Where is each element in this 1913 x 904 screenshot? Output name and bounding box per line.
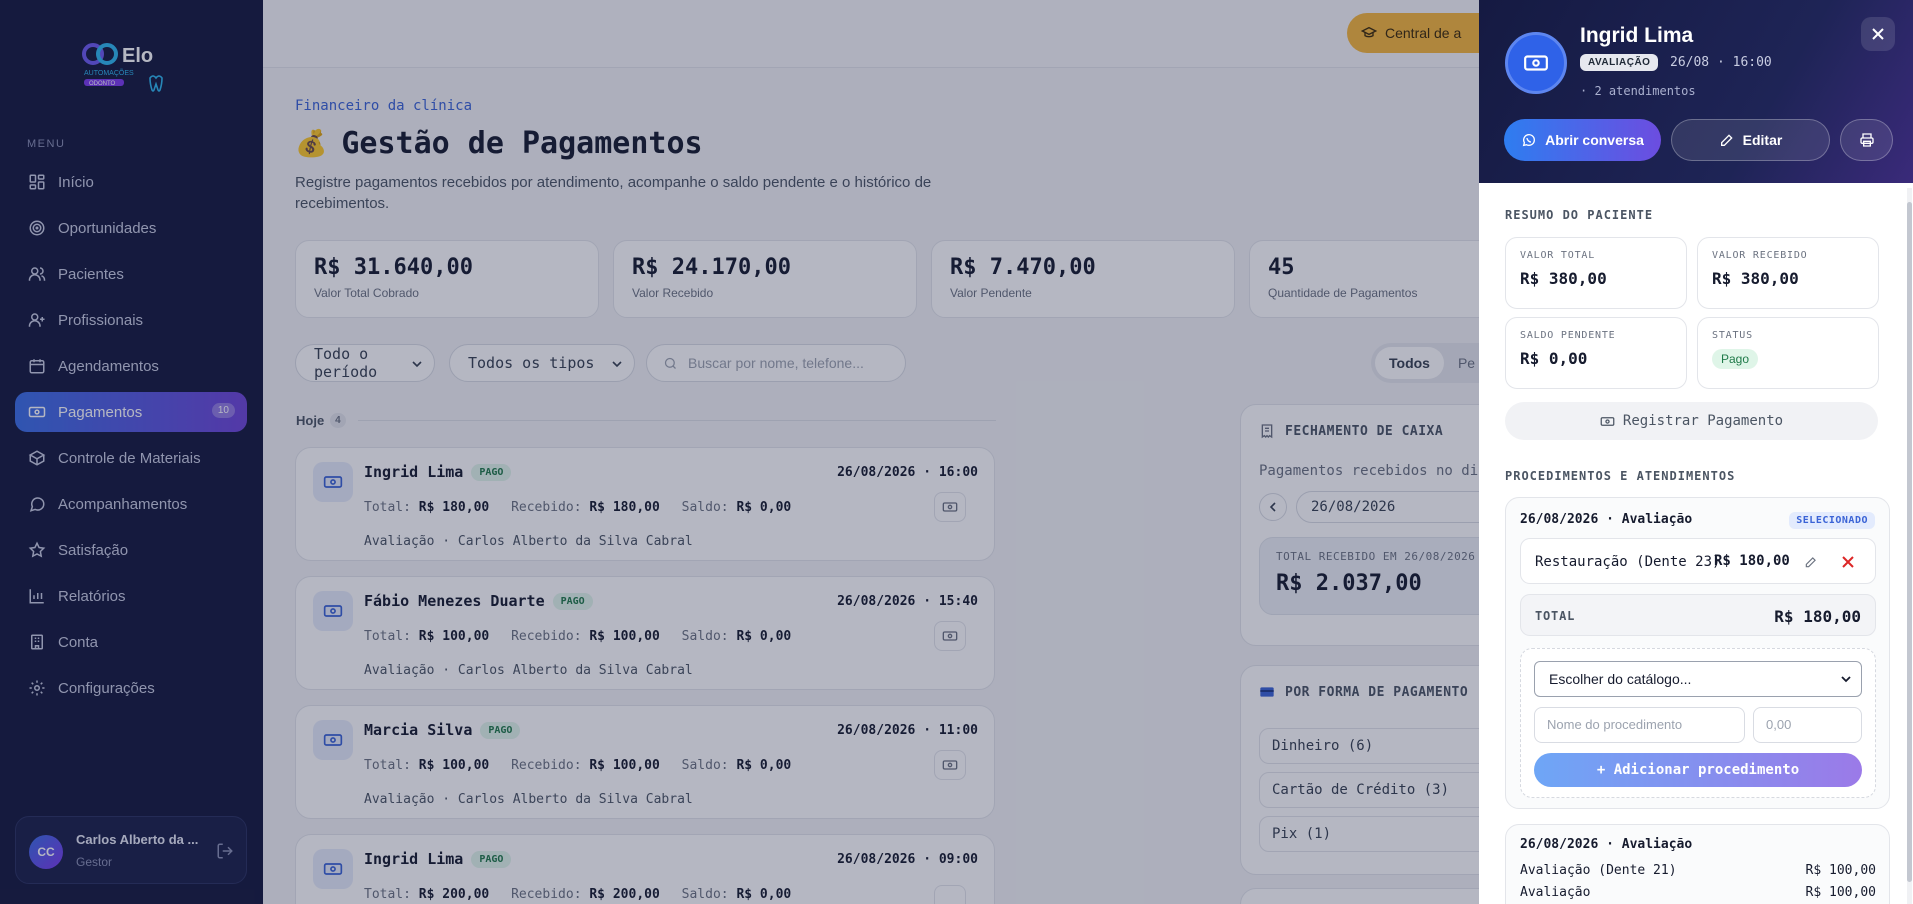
appointment-count: · 2 atendimentos [1580,84,1696,98]
appointment-datetime: 26/08 · 16:00 [1670,55,1772,70]
summary-label: VALOR RECEBIDO [1712,250,1808,261]
summary-total: VALOR TOTAL R$ 380,00 [1505,237,1687,309]
summary-status: STATUS Pago [1697,317,1879,389]
close-button[interactable] [1861,17,1895,51]
appointment-card[interactable]: 26/08/2026 · Avaliação Avaliação (Dente … [1505,824,1890,904]
add-procedure-button[interactable]: + Adicionar procedimento [1534,753,1862,787]
appointment-type-badge: AVALIAÇÃO [1580,54,1659,71]
scrollbar-thumb[interactable] [1907,202,1912,882]
procedure-total-label: TOTAL [1535,609,1576,623]
patient-drawer: Ingrid Lima AVALIAÇÃO 26/08 · 16:00 · 2 … [1479,0,1913,904]
pencil-icon [1720,134,1733,146]
open-conversation-label: Abrir conversa [1545,132,1644,148]
drawer-header: Ingrid Lima AVALIAÇÃO 26/08 · 16:00 · 2 … [1479,0,1913,183]
procedure-value: R$ 100,00 [1805,885,1876,900]
catalog-select[interactable]: Escolher do catálogo... [1534,661,1862,697]
selected-badge: SELECIONADO [1789,512,1875,529]
drawer-patient-name: Ingrid Lima [1580,24,1694,47]
delete-icon[interactable] [1841,555,1855,569]
print-button[interactable] [1840,119,1893,161]
summary-section-title: RESUMO DO PACIENTE [1505,208,1654,222]
modal-overlay[interactable] [0,0,1479,904]
summary-value: R$ 0,00 [1520,349,1588,368]
summary-pending: SALDO PENDENTE R$ 0,00 [1505,317,1687,389]
edit-button[interactable]: Editar [1671,119,1830,161]
status-badge: Pago [1712,349,1759,369]
procedure-value: R$ 100,00 [1805,863,1876,878]
drawer-avatar [1505,32,1567,94]
edit-label: Editar [1742,132,1783,148]
procedure-row: Avaliação R$ 100,00 [1520,885,1876,900]
printer-icon [1859,133,1874,147]
whatsapp-icon [1522,133,1536,147]
summary-label: VALOR TOTAL [1520,250,1596,261]
procedure-name-input[interactable]: Nome do procedimento [1534,707,1745,743]
procedure-name: Restauração (Dente 23) [1535,554,1721,570]
register-payment-label: Registrar Pagamento [1622,413,1784,429]
procedure-total: TOTAL R$ 180,00 [1520,594,1876,636]
banknote-icon [1600,416,1615,426]
drawer-scrollbar[interactable] [1907,188,1912,904]
summary-received: VALOR RECEBIDO R$ 380,00 [1697,237,1879,309]
summary-value: R$ 380,00 [1712,269,1799,288]
open-conversation-button[interactable]: Abrir conversa [1504,119,1661,161]
procedures-section-title: PROCEDIMENTOS E ATENDIMENTOS [1505,469,1736,483]
summary-label: SALDO PENDENTE [1520,330,1616,341]
procedure-row: Avaliação (Dente 21) R$ 100,00 [1520,863,1876,878]
close-icon [1872,28,1884,40]
catalog-select-value: Escolher do catálogo... [1549,671,1692,687]
procedure-total-value: R$ 180,00 [1774,607,1861,626]
appointment-header: 26/08/2026 · Avaliação [1520,512,1693,527]
procedure-name: Avaliação [1520,885,1591,900]
register-payment-button[interactable]: Registrar Pagamento [1505,402,1878,440]
procedure-value: R$ 180,00 [1714,553,1790,569]
procedure-value-input[interactable]: 0,00 [1753,707,1862,743]
selected-appointment-card: 26/08/2026 · Avaliação SELECIONADO Resta… [1505,497,1890,809]
summary-value: R$ 380,00 [1520,269,1607,288]
pencil-icon[interactable] [1804,555,1818,569]
procedure-name: Avaliação (Dente 21) [1520,863,1677,878]
add-procedure-form: Escolher do catálogo... Nome do procedim… [1520,648,1876,798]
chevron-down-icon [1841,676,1851,683]
procedure-row: Restauração (Dente 23) R$ 180,00 [1520,538,1876,584]
banknote-icon [1524,55,1548,71]
summary-label: STATUS [1712,330,1753,341]
appointment-header: 26/08/2026 · Avaliação [1520,837,1693,852]
